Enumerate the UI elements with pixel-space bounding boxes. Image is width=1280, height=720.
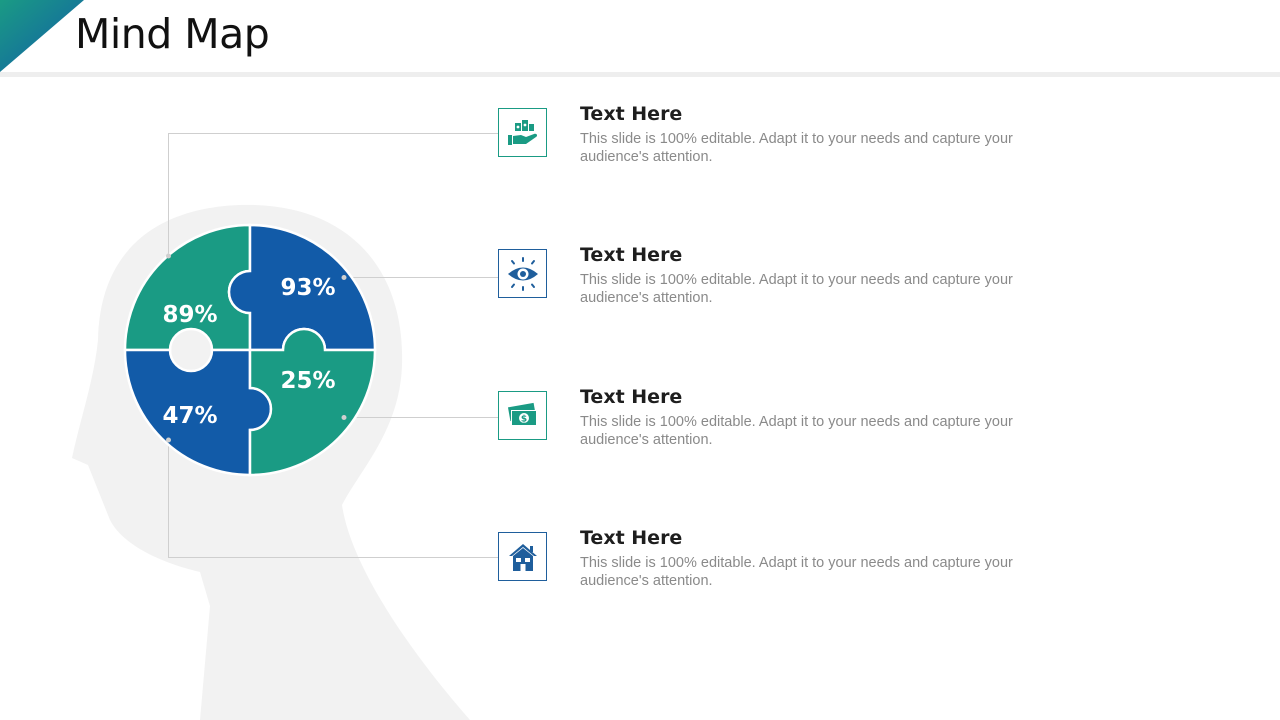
puzzle-label-bottom-left: 47%: [162, 403, 217, 429]
mind-map-item-1: Text Here This slide is 100% editable. A…: [498, 103, 1058, 165]
connector-dot-2: [341, 275, 347, 280]
connector-dot-1: [166, 253, 171, 259]
connector-dot-4: [166, 437, 171, 443]
item-description: This slide is 100% editable. Adapt it to…: [580, 131, 1013, 165]
house-icon: [508, 543, 537, 571]
item-icon-box: [498, 108, 547, 157]
puzzle-label-bottom-right: 25%: [280, 368, 335, 394]
mind-map-item-3: $ Text Here This slide is 100% editable.…: [498, 386, 1058, 448]
item-description: This slide is 100% editable. Adapt it to…: [580, 414, 1013, 448]
svg-text:$: $: [520, 414, 526, 424]
item-heading: Text Here: [580, 527, 683, 549]
eye-icon: [507, 256, 538, 291]
item-icon-box: $: [498, 391, 547, 440]
item-heading: Text Here: [580, 244, 683, 266]
slide: Mind Map 89% 93% 47% 25% Text Here This …: [0, 0, 1280, 720]
puzzle-label-top-left: 89%: [162, 302, 217, 328]
cash-bills-icon: $: [507, 402, 537, 426]
item-heading: Text Here: [580, 386, 683, 408]
item-icon-box: [498, 532, 547, 581]
puzzle-label-top-right: 93%: [280, 275, 335, 301]
item-heading: Text Here: [580, 103, 683, 125]
item-description: This slide is 100% editable. Adapt it to…: [580, 272, 1013, 306]
mind-map-item-4: Text Here This slide is 100% editable. A…: [498, 527, 1058, 589]
money-in-hand-icon: [507, 119, 537, 145]
connector-dot-3: [341, 415, 347, 420]
item-icon-box: [498, 249, 547, 298]
puzzle-circle: [123, 223, 377, 477]
item-description: This slide is 100% editable. Adapt it to…: [580, 555, 1013, 589]
mind-map-item-2: Text Here This slide is 100% editable. A…: [498, 244, 1058, 306]
